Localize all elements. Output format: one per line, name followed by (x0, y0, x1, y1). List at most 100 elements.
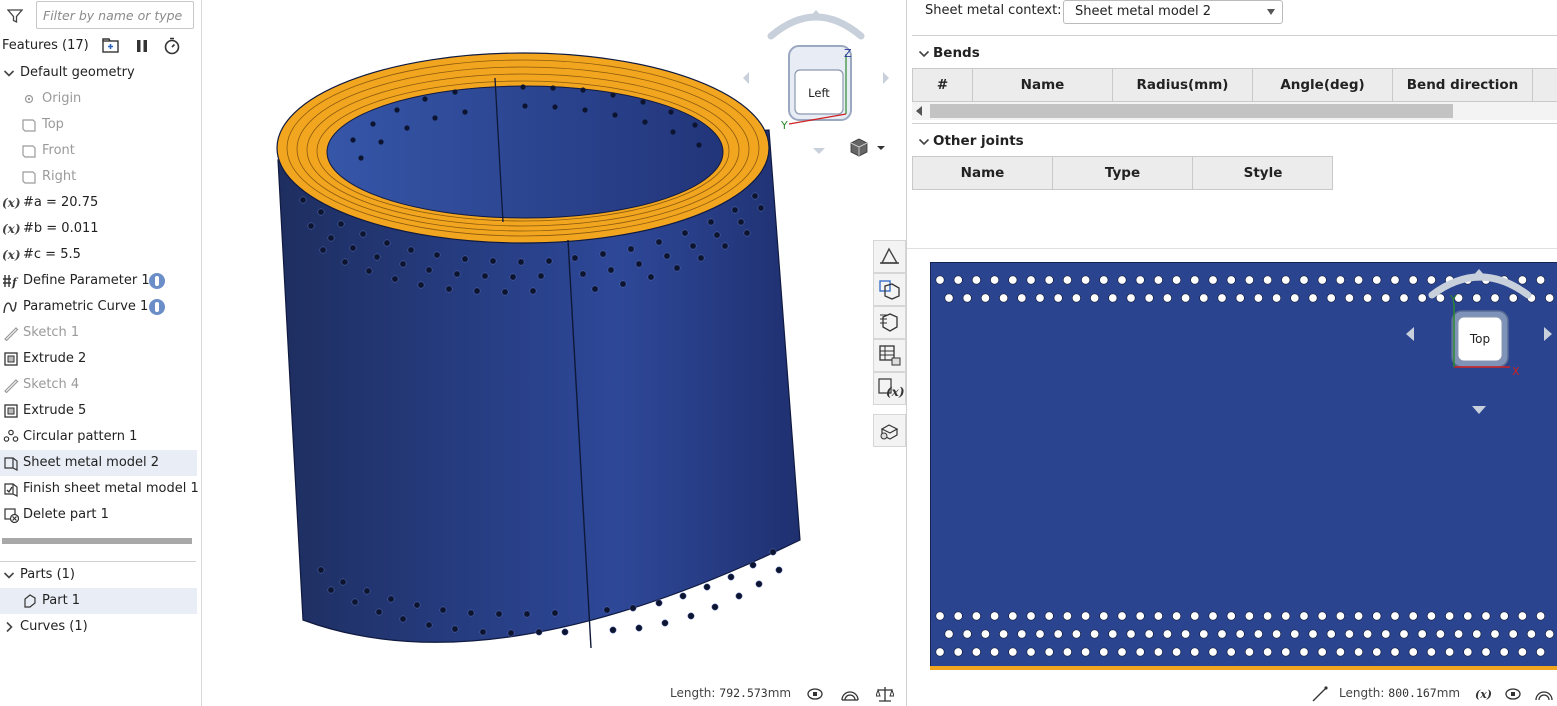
tree-origin[interactable]: Origin (0, 86, 197, 112)
column-header[interactable]: # (913, 69, 973, 101)
context-dropdown[interactable]: Sheet metal model 2 (1063, 0, 1283, 24)
tree-variable-b[interactable]: (x) #b = 0.011 (0, 216, 197, 242)
variables-tool-button[interactable]: (x) (873, 372, 906, 405)
joints-section-header[interactable]: Other joints (912, 123, 1557, 157)
arrow-left-icon[interactable] (1406, 327, 1414, 341)
hole (1144, 629, 1154, 639)
hole (1090, 629, 1100, 639)
tree-right-plane[interactable]: Right (0, 164, 197, 190)
scroll-left-icon[interactable] (916, 106, 922, 116)
arrow-down-icon[interactable] (813, 148, 825, 154)
sheet-metal-panel: Sheet metal context: Sheet metal model 2… (906, 0, 1557, 706)
hole (1463, 611, 1473, 621)
scrollbar-thumb[interactable] (930, 104, 1453, 118)
hole (1181, 629, 1191, 639)
hole (1536, 611, 1546, 621)
3d-viewport[interactable]: Left Z Y Length: 792.573mm (203, 0, 906, 706)
hole (1135, 275, 1145, 285)
tree-front-plane[interactable]: Front (0, 138, 197, 164)
column-header[interactable]: Name (973, 69, 1113, 101)
tree-label: Sketch 1 (23, 325, 80, 340)
column-header[interactable]: Style (1193, 157, 1333, 189)
bends-section-header[interactable]: Bends (912, 35, 1557, 69)
context-label: Sheet metal context: (925, 3, 1062, 18)
tree-variable-a[interactable]: (x) #a = 20.75 (0, 190, 197, 216)
filter-icon[interactable] (7, 8, 23, 24)
panel-divider[interactable] (907, 248, 1557, 249)
column-header[interactable]: Type (1053, 157, 1193, 189)
mass-properties-icon[interactable] (841, 686, 859, 702)
info-icon[interactable] (149, 273, 165, 289)
tree-circular-pattern[interactable]: Circular pattern 1 (0, 424, 197, 450)
tree-sketch-4[interactable]: Sketch 4 (0, 372, 197, 398)
tree-label: Front (42, 143, 75, 158)
variables-icon[interactable]: (x) (1475, 686, 1493, 702)
chevron-down-icon[interactable] (3, 569, 15, 581)
column-header[interactable]: Bend direction (1393, 69, 1533, 101)
tree-default-geometry[interactable]: Default geometry (0, 60, 197, 86)
hole (1181, 293, 1191, 303)
rotate-arc-icon[interactable] (1428, 273, 1532, 299)
tree-part-1[interactable]: Part 1 (0, 588, 197, 614)
appearance-tool-button[interactable] (873, 240, 906, 273)
measure-icon[interactable] (1504, 686, 1522, 702)
balance-icon[interactable] (876, 686, 894, 702)
column-header[interactable]: Angle(deg) (1253, 69, 1393, 101)
hole (1299, 647, 1309, 657)
flat-view-cube[interactable]: Top X Y (1402, 263, 1557, 423)
tree-curves[interactable]: Curves (1) (0, 614, 197, 640)
chevron-down-icon[interactable] (3, 67, 15, 79)
hole (1399, 629, 1409, 639)
chevron-down-icon (877, 146, 885, 150)
stopwatch-icon[interactable] (163, 37, 181, 55)
filter-input[interactable] (36, 1, 194, 29)
tree-sheet-metal-model[interactable]: Sheet metal model 2 (0, 450, 197, 476)
chevron-down-icon[interactable] (918, 136, 930, 148)
tree-extrude-5[interactable]: Extrude 5 (0, 398, 197, 424)
tree-parts[interactable]: Parts (1) (0, 562, 197, 588)
hole (1253, 293, 1263, 303)
section-view-tool-button[interactable] (873, 306, 906, 339)
info-icon[interactable] (149, 299, 165, 315)
variable-icon: (x) (2, 248, 21, 262)
mass-properties-icon[interactable] (1535, 686, 1553, 702)
tree-top-plane[interactable]: Top (0, 112, 197, 138)
table-tool-button[interactable] (873, 339, 906, 372)
chevron-right-icon[interactable] (3, 621, 15, 633)
hole (1499, 611, 1509, 621)
hole (1044, 647, 1054, 657)
measure-icon[interactable] (806, 686, 824, 702)
view-options-dropdown[interactable] (850, 138, 888, 158)
tree-define-parameter[interactable]: f Define Parameter 1 (0, 268, 197, 294)
flat-length-readout: Length: 800.167mm (1339, 686, 1461, 700)
tree-delete-part[interactable]: Delete part 1 (0, 502, 197, 528)
tree-sketch-1[interactable]: Sketch 1 (0, 320, 197, 346)
tree-variable-c[interactable]: (x) #c = 5.5 (0, 242, 197, 268)
view-cube-face: Top (1469, 332, 1490, 346)
display-states-tool-button[interactable] (873, 414, 906, 447)
hole (935, 647, 945, 657)
horizontal-scrollbar[interactable] (912, 102, 1557, 120)
column-header[interactable]: Radius(mm) (1113, 69, 1253, 101)
add-folder-icon[interactable] (102, 37, 120, 55)
hole (1217, 629, 1227, 639)
rotate-arc-icon[interactable] (767, 13, 865, 40)
hole (1281, 611, 1291, 621)
column-header[interactable]: Name (913, 157, 1053, 189)
tree-finish-sheet-metal[interactable]: Finish sheet metal model 1 (0, 476, 199, 502)
hole (1290, 293, 1300, 303)
hole (1426, 647, 1436, 657)
arrow-left-icon[interactable] (743, 72, 749, 84)
arrow-up-icon[interactable] (1472, 269, 1486, 277)
hole (1536, 647, 1546, 657)
arrow-right-icon[interactable] (1544, 327, 1552, 341)
tree-parametric-curve[interactable]: Parametric Curve 1 (0, 294, 197, 320)
rollback-bar[interactable] (2, 538, 192, 544)
flat-view-tool-button[interactable] (873, 273, 906, 306)
arrow-right-icon[interactable] (883, 72, 889, 84)
chevron-down-icon[interactable] (918, 48, 930, 60)
pause-icon[interactable] (133, 37, 151, 55)
tree-extrude-2[interactable]: Extrude 2 (0, 346, 197, 372)
line-measure-icon[interactable] (1311, 686, 1329, 702)
arrow-down-icon[interactable] (1472, 406, 1486, 414)
